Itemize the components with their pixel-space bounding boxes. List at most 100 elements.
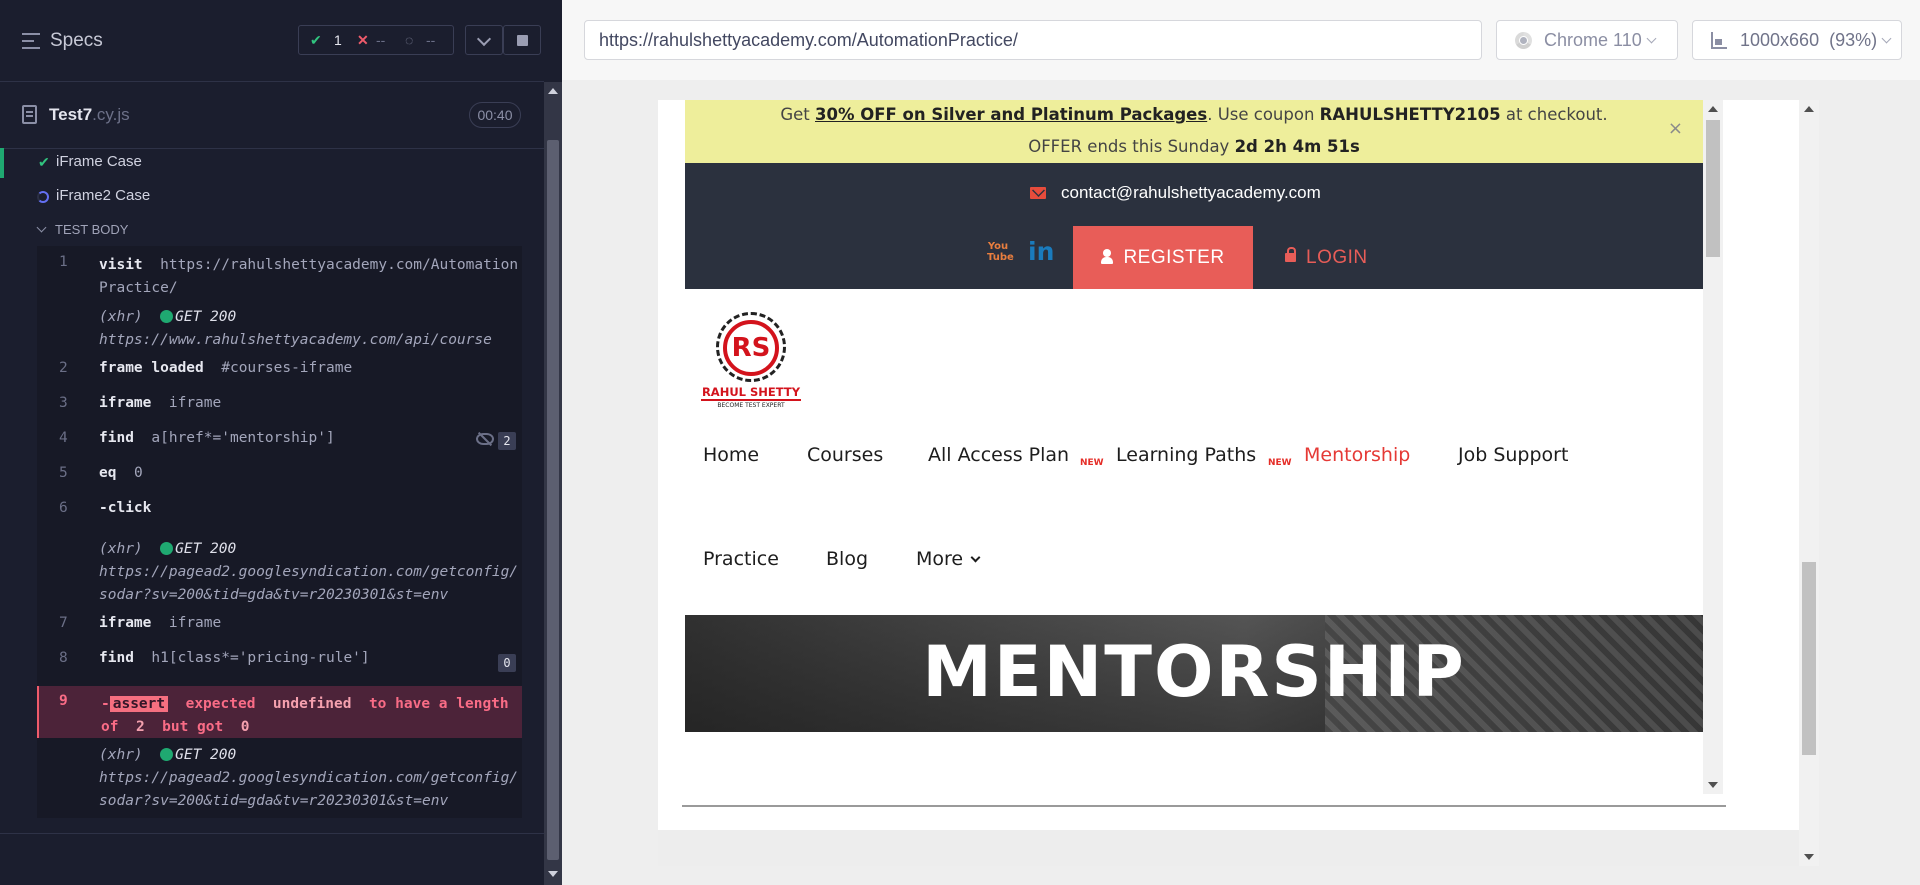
linkedin-icon[interactable]: in: [1028, 237, 1054, 266]
xhr-log[interactable]: (xhr) GET 200 https://pagead2.googlesyndi…: [37, 744, 522, 814]
command-name: eq: [99, 465, 117, 481]
hero-banner: MENTORSHIP: [685, 615, 1703, 732]
command-number: 1: [59, 254, 68, 270]
command-number: 2: [59, 360, 68, 376]
test-iframe2-case[interactable]: iFrame2 Case: [0, 182, 540, 212]
pending-icon: ◌: [405, 32, 414, 48]
status-dot-icon: [160, 748, 174, 761]
command-log: 1 visit https://rahulshettyacademy.com/A…: [37, 246, 522, 818]
command-number: 7: [59, 615, 68, 631]
command-name: iframe: [99, 615, 152, 631]
url-bar[interactable]: https://rahulshettyacademy.com/Automatio…: [584, 20, 1482, 60]
xhr-url: https://www.rahulshettyacademy.com/api/c…: [99, 332, 492, 348]
chevron-down-icon: [1646, 33, 1657, 44]
viewport-scale: (93%): [1829, 30, 1878, 50]
command-eq[interactable]: 5 eq 0: [37, 465, 522, 491]
command-name: frame loaded: [99, 360, 204, 376]
nav-learning-paths[interactable]: Learning Paths: [1116, 444, 1256, 466]
nav-home[interactable]: Home: [703, 444, 759, 466]
nav-job-support[interactable]: Job Support: [1458, 444, 1568, 466]
close-icon[interactable]: ×: [1668, 118, 1683, 139]
logo-initials: RS: [723, 320, 779, 376]
coupon-code: RAHULSHETTY2105: [1319, 105, 1501, 124]
command-find[interactable]: 4 find a[href*='mentorship'] 2: [37, 430, 522, 456]
command-number: 3: [59, 395, 68, 411]
status-dot-icon: [160, 542, 174, 555]
countdown: 2d 2h 4m 51s: [1234, 137, 1360, 156]
scroll-up-arrow-icon[interactable]: [1708, 106, 1718, 112]
xhr-label: (xhr): [99, 309, 143, 325]
command-number: 5: [59, 465, 68, 481]
scroll-down-arrow-icon[interactable]: [1804, 854, 1814, 860]
promo-text: Get: [780, 105, 815, 124]
nav-blog[interactable]: Blog: [826, 548, 868, 570]
lock-icon: [1285, 247, 1296, 262]
failed-icon: ✕: [357, 32, 369, 48]
courses-iframe: Get 30% OFF on Silver and Platinum Packa…: [685, 100, 1723, 794]
command-click[interactable]: 6 -click: [37, 500, 522, 526]
register-label: REGISTER: [1123, 247, 1225, 268]
scroll-up-arrow-icon[interactable]: [1804, 106, 1814, 112]
envelope-icon: [1030, 187, 1046, 199]
login-button[interactable]: LOGIN: [1285, 226, 1405, 289]
command-line: iframe iframe: [99, 395, 221, 411]
nav-more[interactable]: More: [916, 548, 981, 570]
command-message: h1[class*='pricing-rule']: [151, 650, 370, 666]
viewport-info[interactable]: 1000x660 (93%): [1692, 20, 1902, 60]
scrollbar-thumb[interactable]: [547, 140, 559, 860]
nav-practice[interactable]: Practice: [703, 548, 779, 570]
xhr-log[interactable]: (xhr) GET 200 https://www.rahulshettyacad…: [37, 306, 522, 352]
specs-title[interactable]: Specs: [50, 30, 103, 52]
scroll-up-arrow-icon[interactable]: [548, 88, 558, 94]
promo-link[interactable]: 30% OFF on Silver and Platinum Packages: [815, 105, 1207, 124]
chrome-icon: [1515, 32, 1532, 49]
scroll-down-arrow-icon[interactable]: [548, 871, 558, 877]
nav-all-access-plan[interactable]: All Access Plan: [928, 444, 1069, 466]
viewport-icon: [1711, 32, 1727, 49]
nav-courses[interactable]: Courses: [807, 444, 883, 466]
command-iframe[interactable]: 3 iframe iframe: [37, 395, 522, 421]
reporter-scrollbar[interactable]: [544, 82, 562, 885]
command-visit[interactable]: 1 visit https://rahulshettyacademy.com/A…: [37, 254, 522, 300]
cypress-reporter: Specs ✔ 1 ✕ -- ◌ -- Test7.cy.js 00:40 ✔ …: [0, 0, 562, 885]
command-assert-error[interactable]: 9 - assert expected undefined to have a l…: [37, 686, 522, 738]
err-value: 2: [135, 719, 145, 735]
aut-scrollbar[interactable]: [1799, 100, 1819, 866]
contact-email[interactable]: contact@rahulshettyacademy.com: [1061, 183, 1321, 203]
status-dot-icon: [160, 310, 174, 323]
file-icon: [22, 105, 37, 124]
xhr-log[interactable]: (xhr) GET 200 https://pagead2.googlesyndi…: [37, 538, 522, 608]
viewport-label: 1000x660 (93%): [1740, 21, 1892, 59]
browser-selector[interactable]: Chrome 110: [1496, 20, 1678, 60]
xhr-url: https://pagead2.googlesyndication.com/ge…: [99, 770, 519, 809]
register-button[interactable]: REGISTER: [1073, 226, 1253, 289]
chevron-down-icon: [970, 552, 981, 563]
command-message: https://rahulshettyacademy.com/Automatio…: [99, 257, 519, 296]
command-frame-loaded[interactable]: 2 frame loaded #courses-iframe: [37, 360, 522, 386]
test-iframe-case[interactable]: ✔ iFrame Case: [0, 148, 540, 178]
passed-count: 1: [334, 32, 342, 48]
spec-name[interactable]: Test7.cy.js: [49, 105, 130, 125]
test-body-toggle[interactable]: TEST BODY: [36, 222, 128, 237]
reporter-divider: [0, 833, 544, 834]
logo[interactable]: RS RAHUL SHETTY BECOME TEST EXPERT: [701, 312, 801, 409]
command-iframe[interactable]: 7 iframe iframe: [37, 615, 522, 641]
specs-menu-icon[interactable]: [22, 33, 40, 49]
contact-bar: contact@rahulshettyacademy.com You Tube …: [685, 163, 1703, 289]
youtube-icon[interactable]: You Tube: [987, 241, 1014, 267]
promo-line-2: OFFER ends this Sunday 2d 2h 4m 51s: [685, 137, 1703, 156]
collapse-chevron-button[interactable]: [465, 25, 503, 55]
stop-button[interactable]: [503, 25, 541, 55]
passed-icon: ✔: [310, 32, 322, 48]
command-name: find: [99, 430, 134, 446]
aut-page-bottom: [658, 830, 1799, 866]
command-find[interactable]: 8 find h1[class*='pricing-rule'] 0: [37, 650, 522, 676]
element-count-badge: 2: [498, 432, 516, 450]
scrollbar-thumb[interactable]: [1802, 562, 1816, 755]
iframe-scrollbar[interactable]: [1703, 100, 1723, 794]
reporter-header: Specs ✔ 1 ✕ -- ◌ --: [0, 0, 544, 82]
new-badge: NEW: [1268, 458, 1292, 468]
nav-mentorship[interactable]: Mentorship: [1304, 444, 1410, 466]
scrollbar-thumb[interactable]: [1706, 120, 1720, 257]
scroll-down-arrow-icon[interactable]: [1708, 782, 1718, 788]
